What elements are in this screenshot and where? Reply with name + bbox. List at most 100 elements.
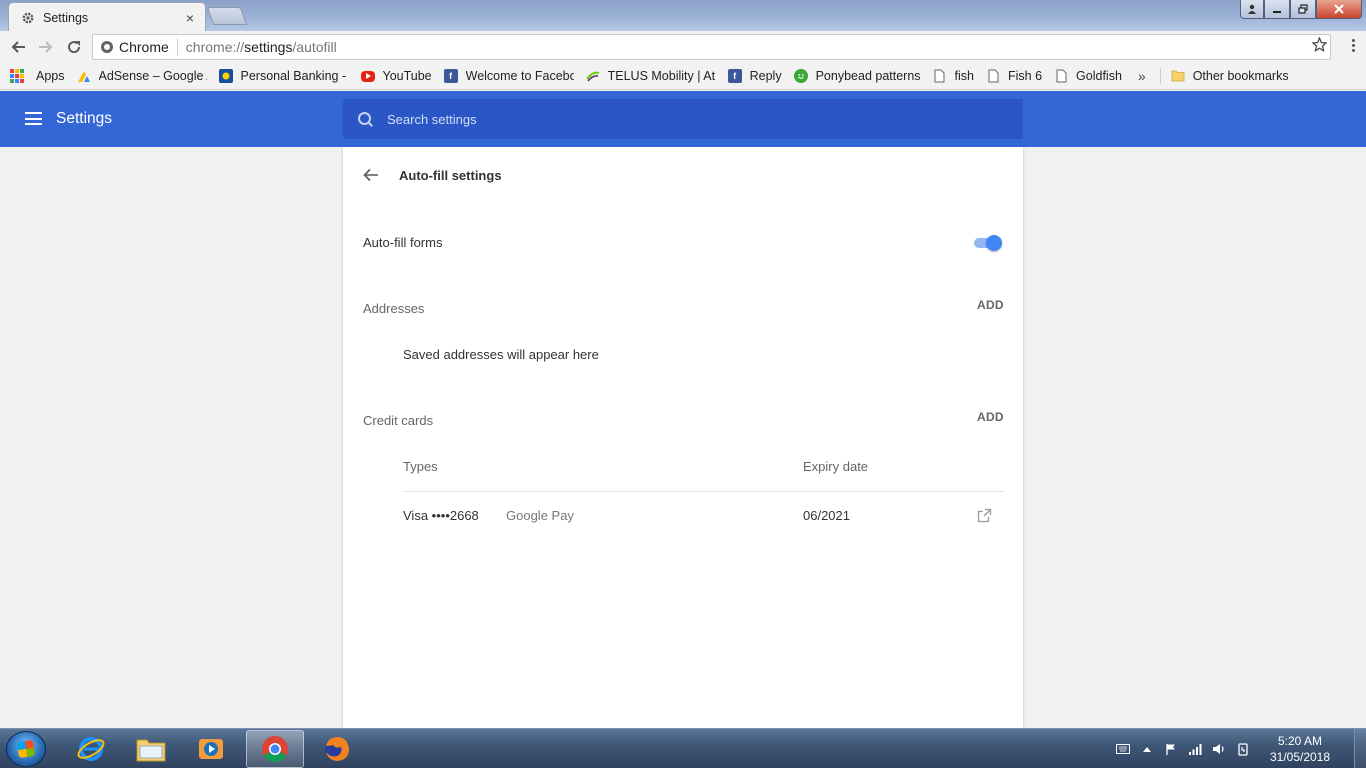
- taskbar-internet-explorer[interactable]: [62, 730, 120, 768]
- open-in-new-icon[interactable]: [977, 508, 992, 523]
- folder-icon: [1171, 69, 1185, 83]
- bookmark-label: Personal Banking - A: [240, 69, 349, 83]
- system-tray: 5:20 AM 31/05/2018: [1116, 729, 1366, 768]
- start-button[interactable]: [6, 731, 46, 767]
- card-source-cell: Google Pay: [506, 508, 574, 523]
- youtube-icon: [360, 70, 375, 82]
- back-arrow-icon[interactable]: [363, 168, 379, 182]
- bookmarks-separator: [1159, 68, 1161, 84]
- autofill-forms-toggle[interactable]: [972, 234, 1004, 252]
- bookmark-other[interactable]: Other bookmarks: [1171, 69, 1289, 83]
- page-title: Auto-fill settings: [399, 168, 502, 183]
- bookmark-label: YouTube: [382, 69, 432, 83]
- bookmark-label: fish: [954, 69, 974, 83]
- clock-time: 5:20 AM: [1277, 734, 1323, 748]
- bookmark-star-icon[interactable]: [1308, 36, 1330, 57]
- menu-icon[interactable]: [25, 112, 42, 125]
- close-window-button[interactable]: [1316, 0, 1362, 19]
- bookmark-youtube[interactable]: YouTube: [360, 69, 432, 83]
- internet-explorer-icon: [77, 737, 105, 761]
- gear-icon: [21, 11, 35, 25]
- show-hidden-icons-icon[interactable]: [1140, 743, 1154, 755]
- bookmark-fish[interactable]: fish: [933, 69, 974, 83]
- bookmark-telus[interactable]: TELUS Mobility | At T: [585, 69, 716, 83]
- bookmark-fish-6[interactable]: Fish 6: [986, 69, 1042, 83]
- adsense-icon: [77, 69, 91, 83]
- add-address-button[interactable]: ADD: [977, 298, 1004, 312]
- search-box[interactable]: [343, 99, 1023, 139]
- bookmark-label: Apps: [36, 69, 65, 83]
- bookmark-label: Reply: [749, 69, 782, 83]
- bookmark-label: Welcome to Facebo: [465, 69, 574, 83]
- add-credit-card-button[interactable]: ADD: [977, 410, 1004, 424]
- taskbar-media-player[interactable]: [182, 730, 240, 768]
- telus-icon: [585, 69, 600, 83]
- page-icon: [1054, 69, 1068, 83]
- url-text[interactable]: chrome://settings/autofill: [186, 39, 1308, 55]
- keyboard-icon[interactable]: [1116, 743, 1130, 755]
- url-path: /autofill: [292, 39, 337, 55]
- toggle-knob: [986, 235, 1002, 251]
- volume-icon[interactable]: [1212, 743, 1226, 755]
- autofill-card: Auto-fill settings Auto-fill forms Addre…: [343, 147, 1023, 728]
- firefox-icon: [325, 737, 349, 761]
- bookmark-label: Ponybead patterns: [815, 69, 921, 83]
- media-player-icon: [199, 739, 223, 759]
- window-titlebar: Settings ×: [0, 0, 1366, 31]
- show-desktop-button[interactable]: [1354, 729, 1366, 768]
- security-chip-label: Chrome: [119, 39, 169, 55]
- bookmark-facebook[interactable]: f Welcome to Facebo: [443, 69, 574, 83]
- settings-header: Settings: [0, 91, 1366, 147]
- chrome-icon: [101, 41, 113, 53]
- tab-settings[interactable]: Settings ×: [8, 2, 206, 31]
- apps-grid-icon: [10, 69, 24, 83]
- bookmark-banking[interactable]: Personal Banking - A: [218, 69, 349, 83]
- back-icon[interactable]: [8, 37, 28, 57]
- card-expiry-cell: 06/2021: [803, 508, 850, 523]
- bookmark-label: Other bookmarks: [1192, 69, 1289, 83]
- bookmark-ponybead[interactable]: Ponybead patterns: [793, 69, 921, 83]
- action-center-flag-icon[interactable]: [1164, 743, 1178, 755]
- reload-icon[interactable]: [64, 37, 84, 57]
- tab-close-icon[interactable]: ×: [183, 10, 197, 26]
- bookmark-label: AdSense – Google A: [98, 69, 207, 83]
- windows-taskbar: 5:20 AM 31/05/2018: [0, 728, 1366, 768]
- bookmark-label: Goldfish: [1076, 69, 1122, 83]
- taskbar-firefox[interactable]: [308, 730, 366, 768]
- clock-date: 31/05/2018: [1269, 750, 1331, 764]
- search-input[interactable]: [387, 111, 1023, 127]
- security-chip[interactable]: Chrome: [93, 38, 178, 56]
- profile-icon[interactable]: [1240, 0, 1264, 19]
- window-controls: [1240, 0, 1362, 19]
- smiley-icon: [793, 69, 808, 83]
- forward-icon[interactable]: [36, 37, 56, 57]
- taskbar-chrome[interactable]: [246, 730, 304, 768]
- power-plug-icon[interactable]: [1236, 743, 1250, 756]
- taskbar-file-explorer[interactable]: [122, 730, 180, 768]
- minimize-button[interactable]: [1264, 0, 1290, 19]
- system-clock[interactable]: 5:20 AM 31/05/2018: [1260, 733, 1340, 765]
- bookmarks-bar: Apps AdSense – Google A Personal Banking…: [0, 63, 1366, 90]
- bookmarks-overflow-button[interactable]: »: [1138, 68, 1146, 84]
- bookmark-reply[interactable]: f Reply: [727, 69, 782, 83]
- tab-title: Settings: [43, 11, 89, 25]
- browser-toolbar: Chrome chrome://settings/autofill: [0, 31, 1366, 63]
- addresses-empty-text: Saved addresses will appear here: [403, 347, 599, 362]
- more-menu-icon[interactable]: [1352, 39, 1356, 55]
- facebook-icon: f: [727, 69, 742, 83]
- chrome-icon: [261, 735, 288, 763]
- addresses-label: Addresses: [363, 301, 425, 316]
- bookmark-apps[interactable]: Apps: [10, 69, 65, 83]
- folder-icon: [136, 739, 166, 762]
- address-bar[interactable]: Chrome chrome://settings/autofill: [92, 34, 1331, 60]
- credit-cards-label: Credit cards: [363, 413, 434, 428]
- restore-button[interactable]: [1290, 0, 1316, 19]
- new-tab-button[interactable]: [206, 7, 248, 25]
- bookmark-goldfish[interactable]: Goldfish: [1054, 69, 1122, 83]
- tab-content: Settings ×: [21, 9, 197, 27]
- bookmark-adsense[interactable]: AdSense – Google A: [77, 69, 207, 83]
- search-icon: [357, 111, 373, 127]
- facebook-icon: f: [443, 69, 458, 83]
- network-signal-icon[interactable]: [1188, 743, 1202, 755]
- url-scheme: chrome://: [185, 39, 245, 55]
